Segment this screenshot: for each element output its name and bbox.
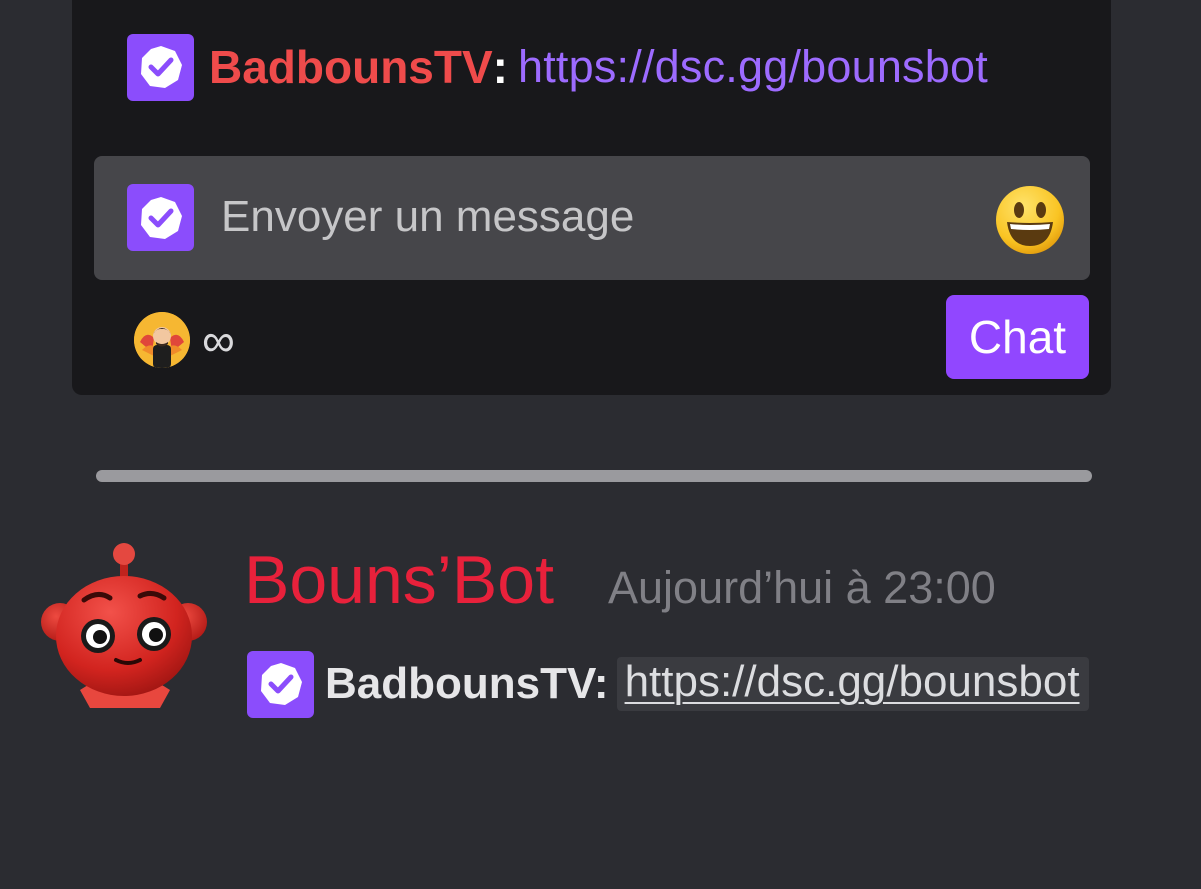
message-content: BadbounsTV: https://dsc.gg/bounsbot xyxy=(247,650,1089,718)
message-timestamp: Aujourd’hui à 23:00 xyxy=(608,562,996,613)
chat-link[interactable]: https://dsc.gg/bounsbot xyxy=(518,41,988,93)
chat-send-button[interactable]: Chat xyxy=(946,295,1089,379)
chat-separator: : xyxy=(492,41,508,93)
verified-badge-icon xyxy=(127,33,194,101)
verified-badge-icon xyxy=(247,650,314,718)
verified-badge-icon xyxy=(127,184,194,251)
smiley-emoji-icon[interactable] xyxy=(994,184,1066,256)
message-author[interactable]: Bouns’Bot xyxy=(244,540,554,622)
message-link[interactable]: https://dsc.gg/bounsbot xyxy=(616,657,1089,711)
channel-points-icon xyxy=(134,312,190,368)
chat-username[interactable]: BadbounsTV xyxy=(209,40,493,94)
chat-input-field[interactable]: Envoyer un message xyxy=(94,156,1090,280)
chat-message: BadbounsTV : https://dsc.gg/bounsbot xyxy=(127,33,988,101)
section-divider xyxy=(96,470,1092,482)
bot-avatar[interactable] xyxy=(36,540,214,715)
channel-points-count: ∞ xyxy=(202,314,235,366)
channel-points[interactable]: ∞ xyxy=(134,312,235,368)
message-username: BadbounsTV: xyxy=(325,659,609,708)
chat-input-placeholder[interactable]: Envoyer un message xyxy=(221,192,634,242)
twitch-chat-panel: BadbounsTV : https://dsc.gg/bounsbot Env… xyxy=(72,0,1111,395)
